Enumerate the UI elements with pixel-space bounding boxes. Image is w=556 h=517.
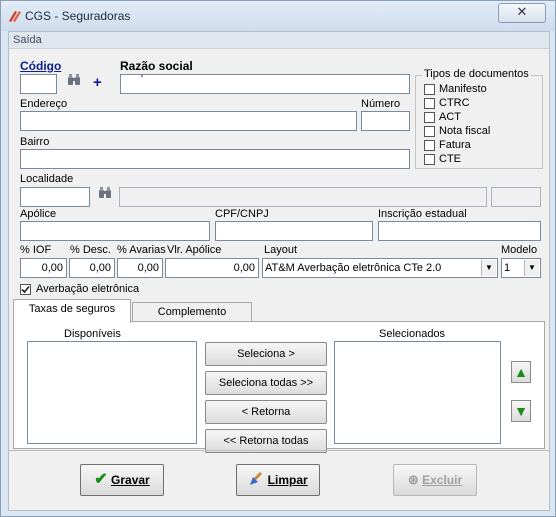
seleciona-button[interactable]: Seleciona >: [205, 342, 327, 366]
checkbox-nota-fiscal[interactable]: [424, 126, 435, 137]
checkbox-fatura[interactable]: [424, 140, 435, 151]
selecionados-label: Selecionados: [379, 328, 446, 340]
add-button[interactable]: +: [93, 74, 102, 91]
main-window: CGS - Seguradoras ✕ Saída Código + Razão…: [0, 0, 556, 517]
checkmark-icon: [21, 285, 30, 294]
menu-bar: Saída: [9, 32, 549, 49]
checkbox-fatura-label: Fatura: [439, 139, 471, 151]
delete-icon: ⊛: [407, 472, 419, 487]
bairro-label: Bairro: [20, 136, 50, 148]
title-bar: CGS - Seguradoras ✕: [1, 1, 555, 31]
window-title: CGS - Seguradoras: [25, 9, 131, 23]
vlr-apolice-label: Vlr. Apólice: [167, 244, 222, 256]
localidade-uf-field: [491, 187, 541, 207]
desc-label: % Desc.: [70, 244, 111, 256]
numero-input[interactable]: [361, 111, 410, 131]
form-area: Saída Código + Razão social ' Tipos de d…: [8, 31, 550, 511]
modelo-select[interactable]: 1 ▼: [501, 258, 541, 278]
gravar-label: Gravar: [111, 473, 150, 487]
endereco-input[interactable]: [20, 111, 357, 131]
checkbox-cte[interactable]: [424, 154, 435, 165]
checkmark-icon: ✔: [94, 471, 108, 488]
avarias-input[interactable]: 0,00: [117, 258, 163, 278]
menu-item-exit[interactable]: Saída: [13, 34, 42, 46]
tipos-documentos-title: Tipos de documentos: [422, 68, 531, 80]
iof-input[interactable]: 0,00: [20, 258, 67, 278]
arrow-down-icon: ▼: [514, 403, 528, 419]
excluir-button[interactable]: ⊛ Excluir: [393, 464, 477, 496]
binoculars-icon: [68, 74, 80, 85]
disponiveis-label: Disponíveis: [64, 328, 121, 340]
endereco-label: Endereço: [20, 98, 68, 110]
modelo-label: Modelo: [501, 244, 538, 256]
razao-social-input[interactable]: ': [120, 74, 410, 94]
checkbox-act[interactable]: [424, 112, 435, 123]
vlr-apolice-input[interactable]: 0,00: [165, 258, 259, 278]
tab-taxas-seguros[interactable]: Taxas de seguros: [13, 299, 131, 323]
seleciona-todas-button[interactable]: Seleciona todas >>: [205, 371, 327, 395]
chevron-down-icon: ▼: [481, 260, 496, 276]
modelo-select-value: 1: [504, 262, 511, 274]
broom-icon: [250, 472, 263, 485]
tab-taxas-seguros-label: Taxas de seguros: [28, 303, 116, 315]
chevron-down-icon: ▼: [524, 260, 539, 276]
localidade-input[interactable]: [20, 187, 90, 207]
selecionados-list[interactable]: [334, 341, 501, 444]
close-button[interactable]: ✕: [498, 3, 546, 23]
avarias-label: % Avarias: [117, 244, 166, 256]
codigo-label: Código: [20, 59, 62, 73]
arrow-up-icon: ▲: [514, 364, 528, 380]
apolice-input[interactable]: [20, 221, 210, 241]
checkbox-ctrc-label: CTRC: [439, 97, 470, 109]
codigo-input[interactable]: [20, 74, 57, 94]
inscricao-estadual-label: Inscrição estadual: [378, 208, 467, 220]
action-bar: ✔ Gravar Limpar ⊛ Excluir: [9, 450, 549, 511]
checkbox-act-label: ACT: [439, 111, 461, 123]
tab-complemento[interactable]: Complemento: [132, 302, 252, 323]
binoculars-icon: [99, 187, 111, 198]
localidade-nome-field: [119, 187, 487, 207]
numero-label: Número: [361, 98, 401, 110]
tab-complemento-label: Complemento: [157, 306, 227, 318]
apolice-label: Apólice: [20, 208, 57, 220]
bairro-input[interactable]: [20, 149, 410, 169]
app-icon: [9, 11, 21, 22]
limpar-label: Limpar: [267, 473, 308, 487]
move-up-button[interactable]: ▲: [511, 361, 531, 383]
desc-input[interactable]: 0,00: [69, 258, 115, 278]
localidade-label: Localidade: [20, 173, 74, 185]
excluir-label: Excluir: [422, 473, 463, 487]
disponiveis-list[interactable]: [27, 341, 197, 444]
iof-label: % IOF: [20, 244, 52, 256]
gravar-button[interactable]: ✔ Gravar: [80, 464, 164, 496]
checkbox-manifesto-label: Manifesto: [439, 83, 487, 95]
layout-select-value: AT&M Averbação eletrônica CTe 2.0: [265, 262, 442, 274]
checkbox-manifesto[interactable]: [424, 84, 435, 95]
limpar-button[interactable]: Limpar: [236, 464, 320, 496]
inscricao-estadual-input[interactable]: [378, 221, 541, 241]
checkbox-ctrc[interactable]: [424, 98, 435, 109]
cpf-cnpj-label: CPF/CNPJ: [215, 208, 269, 220]
search-localidade-button[interactable]: [94, 187, 116, 207]
checkbox-nota-fiscal-label: Nota fiscal: [439, 125, 491, 137]
averbacao-eletronica-label: Averbação eletrônica: [36, 283, 140, 295]
plus-icon: +: [93, 74, 102, 91]
retorna-button[interactable]: < Retorna: [205, 400, 327, 424]
layout-label: Layout: [264, 244, 298, 256]
close-icon: ✕: [516, 4, 528, 19]
checkbox-cte-label: CTE: [439, 153, 461, 165]
move-down-button[interactable]: ▼: [511, 400, 531, 422]
layout-select[interactable]: AT&M Averbação eletrônica CTe 2.0 ▼: [262, 258, 498, 278]
cpf-cnpj-input[interactable]: [215, 221, 373, 241]
razao-social-label: Razão social: [120, 59, 193, 73]
search-codigo-button[interactable]: [63, 74, 85, 94]
averbacao-eletronica-checkbox[interactable]: [20, 284, 31, 295]
